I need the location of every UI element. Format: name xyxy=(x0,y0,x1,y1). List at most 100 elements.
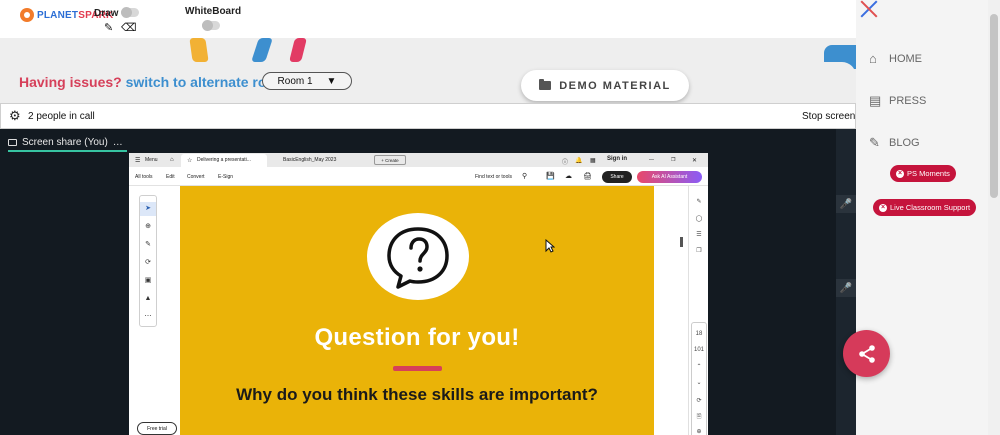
zoom-in-icon[interactable]: ⊕ xyxy=(692,426,706,435)
nav-item-home[interactable]: ⌂ HOME xyxy=(869,52,922,65)
home-icon-small[interactable]: ⌂ xyxy=(170,157,174,163)
screen-share-tab[interactable]: Screen share (You) … xyxy=(8,134,127,152)
pencil-tool-icon[interactable]: ✎ xyxy=(104,21,113,34)
slide-title: Question for you! xyxy=(314,324,520,351)
gear-icon[interactable]: ⚙ xyxy=(9,108,21,124)
page-total: 101 xyxy=(693,347,704,353)
pdf-right-dock: ✎ ◯ ☰ ❐ 18 101 ⌃ ⌄ ⟳ 🗎 ⊕ xyxy=(688,186,708,435)
issue-message: Having issues? switch to alternate room xyxy=(19,74,287,90)
nav-item-blog-label: BLOG xyxy=(889,136,920,149)
edit-menu[interactable]: Edit xyxy=(166,174,175,180)
close-window-icon[interactable]: ✕ xyxy=(692,157,697,164)
decor-arc-yellow xyxy=(189,38,209,62)
nav-item-blog[interactable]: ✎ BLOG xyxy=(869,136,920,149)
print-icon[interactable]: 🖨 xyxy=(583,172,592,180)
sign-in-button[interactable]: Sign in xyxy=(607,156,627,162)
share-icon xyxy=(858,344,875,363)
draw-toggle[interactable] xyxy=(121,7,139,18)
speech-question-icon xyxy=(387,227,449,289)
text-box-tool-icon[interactable]: ▣ xyxy=(140,274,156,288)
demo-material-button[interactable]: DEMO MATERIAL xyxy=(521,70,689,101)
save-icon[interactable]: 💾 xyxy=(546,172,555,180)
lasso-tool-icon[interactable]: ⟳ xyxy=(140,256,156,270)
call-bar: ⚙ 2 people in call Stop screen xyxy=(0,103,856,129)
whiteboard-toggle[interactable] xyxy=(202,20,220,31)
presentation-slide: Question for you! Why do you think these… xyxy=(180,186,654,435)
page-scrollbar-thumb[interactable] xyxy=(990,14,998,198)
slide-divider xyxy=(393,366,442,371)
stamp-tool-icon[interactable]: ▲ xyxy=(140,292,156,306)
slide-question: Why do you think these skills are import… xyxy=(236,385,598,404)
draw-label: Draw xyxy=(94,8,119,19)
participant-mic-icon[interactable]: 🎤 xyxy=(836,195,856,213)
more-tools-icon[interactable]: ⋯ xyxy=(140,310,156,324)
refresh-icon[interactable]: ⟳ xyxy=(692,395,706,407)
pdf-left-tool-dock: ➤ ⊕ ✎ ⟳ ▣ ▲ ⋯ xyxy=(139,195,157,327)
upload-cloud-icon[interactable]: ☁ xyxy=(565,172,572,180)
pencil-icon: ✎ xyxy=(869,135,880,150)
star-icon[interactable]: ☆ xyxy=(187,157,192,164)
folder-icon xyxy=(539,79,552,90)
close-icon[interactable] xyxy=(860,0,878,18)
logo-badge-icon xyxy=(20,8,34,22)
highlight-tool-icon[interactable]: ✎ xyxy=(140,238,156,252)
pdf-share-button[interactable]: Share xyxy=(602,171,632,183)
esign-menu[interactable]: E-Sign xyxy=(218,174,233,180)
minimize-icon[interactable]: — xyxy=(649,157,654,163)
top-bar: PLANETSPARK Draw ✎ ⌫ WhiteBoard xyxy=(0,0,856,38)
room-select-value: Room 1 xyxy=(277,75,313,87)
live-classroom-support-button[interactable]: × Live Classroom Support xyxy=(873,199,977,216)
all-tools-menu[interactable]: All tools xyxy=(135,174,153,180)
comment-icon[interactable]: ◯ xyxy=(692,213,706,225)
ps-moments-button[interactable]: × PS Moments xyxy=(890,165,956,182)
participant-mic-icon-2[interactable]: 🎤 xyxy=(836,279,856,297)
eraser-tool-icon[interactable]: ⌫ xyxy=(121,21,137,34)
ai-summary-icon[interactable]: ✎ xyxy=(692,196,706,208)
live-classroom-support-label: Live Classroom Support xyxy=(890,203,971,212)
page-number[interactable]: 18 xyxy=(692,328,706,340)
ask-ai-assistant-button[interactable]: Ask AI Assistant xyxy=(637,171,702,183)
browser-tab1-label[interactable]: Delivering a presentati... xyxy=(197,157,251,163)
people-in-call: 2 people in call xyxy=(28,111,95,122)
pill-close-icon-2: × xyxy=(879,203,887,212)
find-text-field[interactable]: Find text or tools xyxy=(475,174,512,180)
pdf-scrollbar-thumb[interactable] xyxy=(680,237,683,247)
share-fab-button[interactable] xyxy=(843,330,890,377)
bookmark-icon[interactable]: ☰ xyxy=(692,229,706,241)
bell-icon[interactable]: 🔔 xyxy=(575,157,582,164)
browser-tab-strip: ☰ Menu ⌂ ☆ Delivering a presentati... Ba… xyxy=(129,153,708,167)
menu-label[interactable]: Menu xyxy=(145,157,158,163)
nav-item-home-label: HOME xyxy=(889,52,922,65)
browser-tab2-label[interactable]: BasicEnglish_May 2023 xyxy=(283,157,336,163)
issue-label: Having issues? xyxy=(19,74,122,90)
maximize-icon[interactable]: ❐ xyxy=(671,157,675,163)
shared-browser-window: ☰ Menu ⌂ ☆ Delivering a presentati... Ba… xyxy=(129,153,708,435)
cursor-tool-icon[interactable]: ➤ xyxy=(140,202,156,216)
caret-down-icon: ▼ xyxy=(326,75,337,87)
hamburger-icon[interactable]: ☰ xyxy=(135,157,140,164)
create-button[interactable]: + Create xyxy=(374,155,406,165)
more-options-icon[interactable]: … xyxy=(113,137,123,148)
decor-arc-pink xyxy=(289,38,307,62)
pill-close-icon: × xyxy=(896,169,904,178)
question-badge xyxy=(367,213,469,300)
free-trial-button[interactable]: Free trial xyxy=(137,422,177,435)
search-icon[interactable]: ⚲ xyxy=(522,172,527,180)
help-icon[interactable]: ⓘ xyxy=(562,157,568,166)
convert-menu[interactable]: Convert xyxy=(187,174,205,180)
room-select[interactable]: Room 1 ▼ xyxy=(262,72,352,90)
pages-icon[interactable]: ❐ xyxy=(692,245,706,257)
whiteboard-label: WhiteBoard xyxy=(185,6,242,17)
decor-arc-blue xyxy=(251,38,273,62)
issue-bar: Having issues? switch to alternate room … xyxy=(0,62,856,100)
home-icon: ⌂ xyxy=(869,51,877,66)
stop-screen-share-button[interactable]: Stop screen xyxy=(802,111,855,122)
nav-item-press[interactable]: ▤ PRESS xyxy=(869,94,926,107)
newspaper-icon: ▤ xyxy=(869,93,882,108)
chevron-up-icon[interactable]: ⌃ xyxy=(692,361,706,373)
zoom-tool-icon[interactable]: ⊕ xyxy=(140,220,156,234)
apps-grid-icon[interactable]: ▦ xyxy=(590,157,596,164)
chevron-down-icon[interactable]: ⌄ xyxy=(692,377,706,389)
ps-moments-label: PS Moments xyxy=(907,169,950,178)
document-icon[interactable]: 🗎 xyxy=(692,411,706,423)
